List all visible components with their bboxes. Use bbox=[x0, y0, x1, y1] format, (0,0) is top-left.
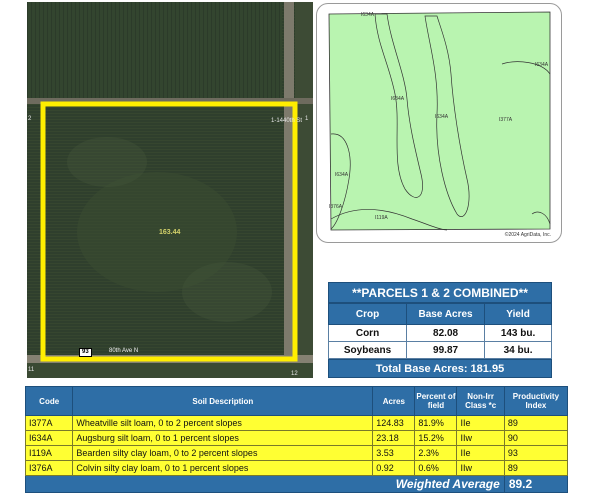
table-row: I119A Bearden silty clay loam, 0 to 2 pe… bbox=[24, 445, 569, 461]
acres-cell: 124.83 bbox=[372, 415, 416, 431]
index-cell: 93 bbox=[503, 445, 569, 461]
table-header-row: Crop Base Acres Yield bbox=[327, 303, 552, 325]
description-cell: Augsburg silt loam, 0 to 1 percent slope… bbox=[72, 430, 374, 446]
soil-label: I634A bbox=[361, 12, 375, 18]
yield-cell: 34 bu. bbox=[484, 341, 552, 359]
crop-cell: Corn bbox=[327, 324, 408, 342]
soil-description-table: Code Soil Description Acres Percent of f… bbox=[24, 386, 569, 493]
road-label: 80th Ave N bbox=[109, 348, 139, 354]
soils-table: Code Soil Description Acres Percent of f… bbox=[24, 386, 569, 493]
acres-cell: 3.53 bbox=[372, 445, 416, 461]
crop-cell: Soybeans bbox=[327, 341, 408, 359]
acres-label: 163.44 bbox=[159, 229, 181, 236]
percent-cell: 15.2% bbox=[414, 430, 458, 446]
base-acres-cell: 99.87 bbox=[406, 341, 486, 359]
code-cell: I376A bbox=[24, 460, 74, 476]
header-code: Code bbox=[24, 386, 74, 416]
header-yield: Yield bbox=[484, 303, 552, 325]
class-cell: IIe bbox=[456, 415, 505, 431]
acres-cell: 0.92 bbox=[372, 460, 416, 476]
index-cell: 90 bbox=[503, 430, 569, 446]
header-class: Non-Irr Class *c bbox=[456, 386, 505, 416]
soil-map-drawing bbox=[328, 11, 551, 231]
table-row: I377A Wheatville silt loam, 0 to 2 perce… bbox=[24, 415, 569, 431]
description-cell: Colvin silty clay loam, 0 to 1 percent s… bbox=[72, 460, 374, 476]
percent-cell: 2.3% bbox=[414, 445, 458, 461]
section-label: 1 bbox=[305, 116, 309, 122]
aerial-image bbox=[27, 2, 313, 378]
table-row: Corn 82.08 143 bu. bbox=[327, 324, 552, 342]
section-label: 11 bbox=[28, 367, 35, 373]
weighted-average-label: Weighted Average bbox=[25, 475, 505, 493]
percent-cell: 0.6% bbox=[414, 460, 458, 476]
weighted-average-value: 89.2 bbox=[503, 475, 569, 493]
header-index: Productivity Index bbox=[503, 386, 569, 416]
index-cell: 89 bbox=[503, 415, 569, 431]
base-acres-table: Crop Base Acres Yield Corn 82.08 143 bu.… bbox=[327, 303, 552, 359]
header-percent: Percent of field bbox=[414, 386, 458, 416]
hwy-label: 1-1440th St bbox=[271, 118, 303, 124]
soil-map: I634A I634A I634A I634A I377A I634A I376… bbox=[316, 3, 562, 243]
soil-label: I376A bbox=[329, 204, 343, 210]
table-row: I634A Augsburg silt loam, 0 to 1 percent… bbox=[24, 430, 569, 446]
section-label: 12 bbox=[291, 371, 298, 377]
code-cell: I377A bbox=[24, 415, 74, 431]
parcels-banner: **PARCELS 1 & 2 COMBINED** bbox=[328, 282, 552, 303]
soil-label: I119A bbox=[375, 215, 388, 221]
header-crop: Crop bbox=[327, 303, 408, 325]
base-acres-cell: 82.08 bbox=[406, 324, 486, 342]
description-cell: Wheatville silt loam, 0 to 2 percent slo… bbox=[72, 415, 374, 431]
parcels-table: **PARCELS 1 & 2 COMBINED** Crop Base Acr… bbox=[327, 282, 552, 378]
class-cell: IIw bbox=[456, 430, 505, 446]
yield-cell: 143 bu. bbox=[484, 324, 552, 342]
class-cell: IIw bbox=[456, 460, 505, 476]
index-cell: 89 bbox=[503, 460, 569, 476]
total-value: 181.95 bbox=[470, 363, 505, 375]
soil-label: I634A bbox=[435, 114, 449, 120]
description-cell: Bearden silty clay loam, 0 to 2 percent … bbox=[72, 445, 374, 461]
total-base-acres: Total Base Acres: 181.95 bbox=[328, 359, 552, 378]
table-row: I376A Colvin silty clay loam, 0 to 1 per… bbox=[24, 460, 569, 476]
soil-label: I634A bbox=[535, 62, 549, 68]
copyright-text: ©2024 AgriData, Inc. bbox=[504, 232, 551, 238]
percent-cell: 81.9% bbox=[414, 415, 458, 431]
road-shield: 93 bbox=[79, 348, 92, 357]
aerial-photo: 163.44 1-1440th St 80th Ave N 93 2 1 11 … bbox=[27, 2, 313, 378]
code-cell: I119A bbox=[24, 445, 74, 461]
total-label: Total Base Acres: bbox=[375, 363, 468, 375]
class-cell: IIe bbox=[456, 445, 505, 461]
soil-label: I377A bbox=[499, 117, 513, 123]
section-label: 2 bbox=[28, 116, 32, 122]
header-acres: Acres bbox=[372, 386, 416, 416]
table-row: Soybeans 99.87 34 bu. bbox=[327, 341, 552, 359]
code-cell: I634A bbox=[24, 430, 74, 446]
acres-cell: 23.18 bbox=[372, 430, 416, 446]
header-base-acres: Base Acres bbox=[406, 303, 486, 325]
soil-label: I634A bbox=[391, 96, 405, 102]
header-description: Soil Description bbox=[72, 386, 374, 416]
soil-label: I634A bbox=[335, 172, 349, 178]
table-header-row: Code Soil Description Acres Percent of f… bbox=[24, 386, 569, 416]
weighted-average-row: Weighted Average 89.2 bbox=[25, 475, 569, 493]
